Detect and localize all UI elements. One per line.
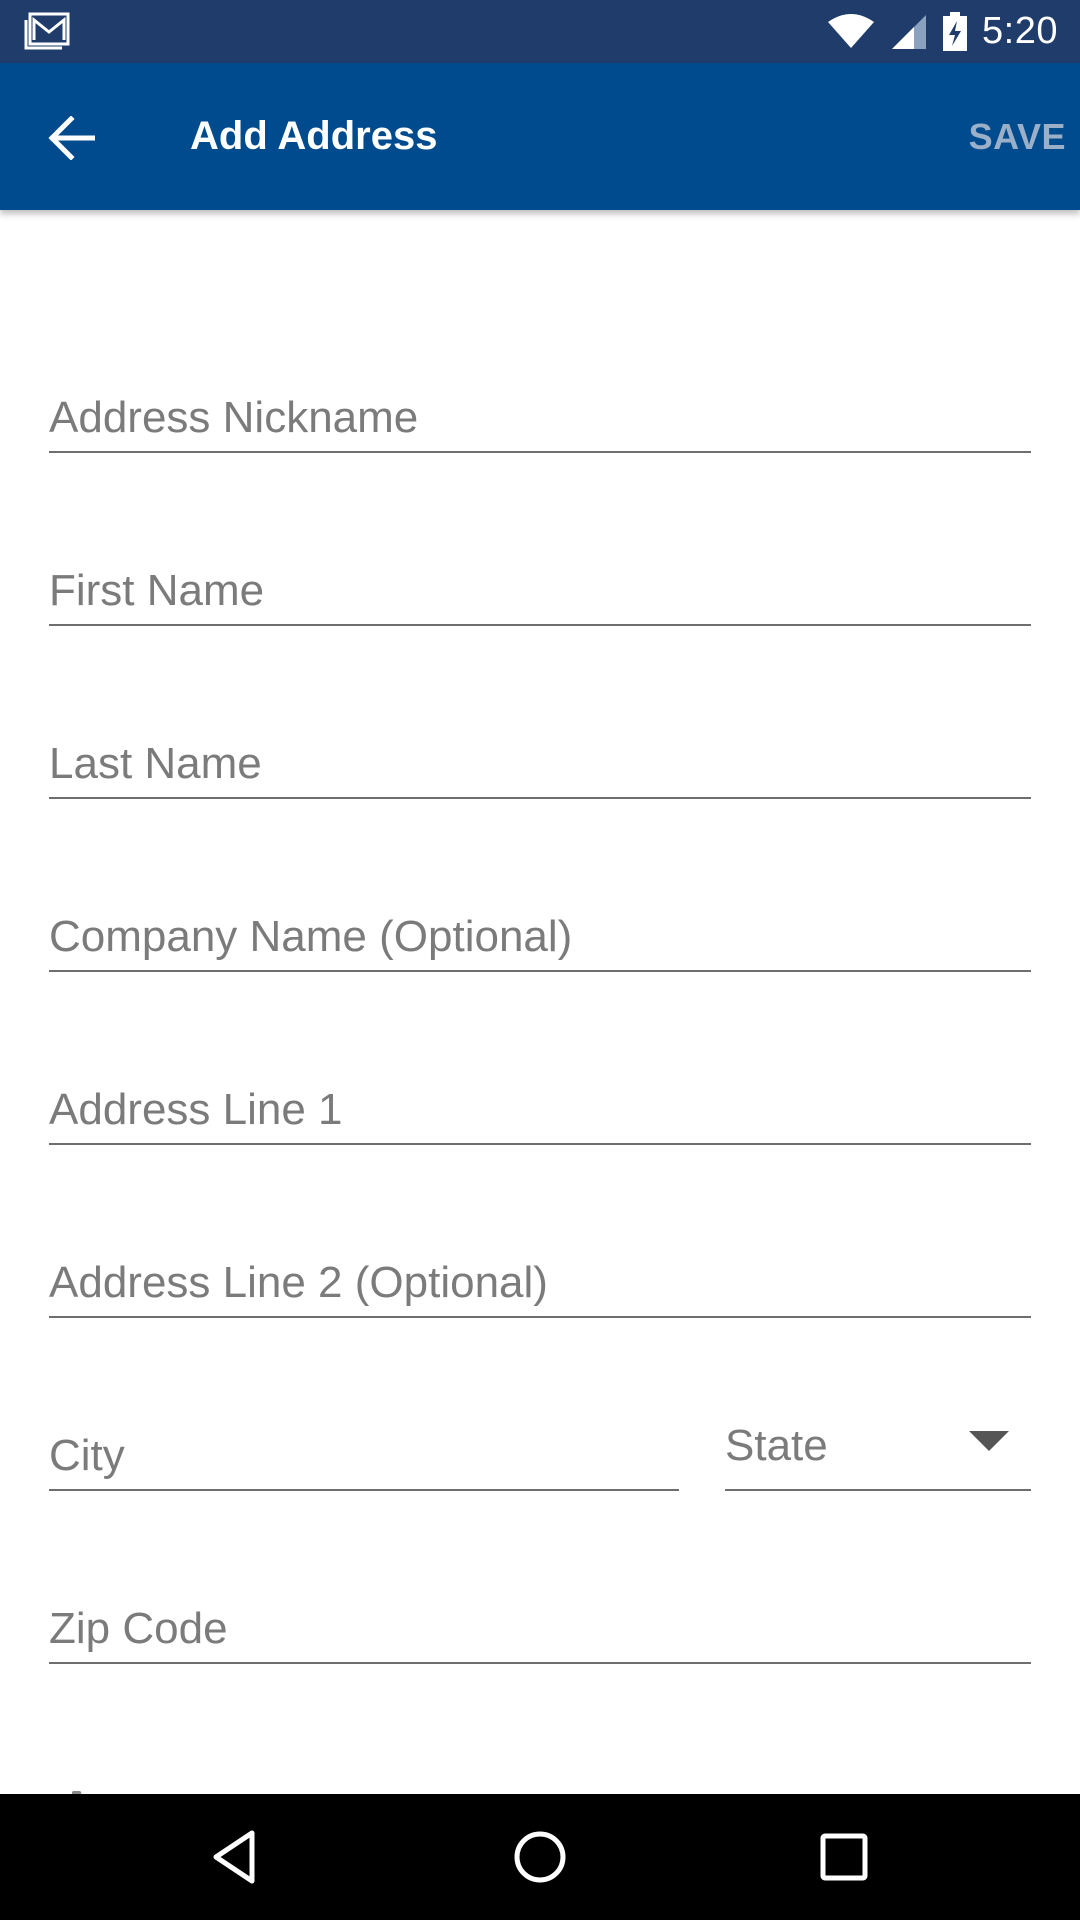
company-name-field: [49, 892, 1031, 972]
state-label: State: [725, 1421, 828, 1470]
battery-charging-icon: [943, 11, 968, 51]
address-nickname-field: [49, 373, 1031, 453]
save-button[interactable]: SAVE: [969, 63, 1066, 210]
status-time: 5:20: [982, 10, 1058, 52]
cellular-signal-icon: [892, 14, 927, 49]
state-dropdown[interactable]: State: [725, 1411, 1031, 1491]
address-line1-field: [49, 1065, 1031, 1145]
last-name-input[interactable]: [49, 739, 1031, 789]
address-line2-input[interactable]: [49, 1258, 1031, 1308]
home-circle-icon[interactable]: [510, 1827, 570, 1887]
first-name-field: [49, 546, 1031, 626]
first-name-input[interactable]: [49, 566, 1031, 616]
last-name-field: [49, 719, 1031, 799]
status-icons: 5:20: [826, 0, 1058, 63]
address-line1-input[interactable]: [49, 1085, 1031, 1135]
city-field: [49, 1411, 679, 1491]
recents-square-icon[interactable]: [814, 1827, 874, 1887]
page-title: Add Address: [190, 114, 438, 158]
address-nickname-input[interactable]: [49, 393, 1031, 443]
wifi-icon: [828, 13, 875, 48]
address-line2-field: [49, 1238, 1031, 1318]
app-bar: Add Address SAVE: [0, 63, 1080, 210]
status-bar: 5:20: [0, 0, 1080, 63]
system-nav-bar: [0, 1794, 1080, 1920]
address-form: State: [0, 210, 1080, 1850]
zip-code-field: [49, 1584, 1031, 1664]
company-name-input[interactable]: [49, 912, 1031, 962]
back-triangle-icon[interactable]: [206, 1827, 266, 1887]
zip-code-input[interactable]: [49, 1604, 1031, 1654]
back-button[interactable]: [36, 103, 106, 173]
dropdown-arrow-icon: [969, 1431, 1009, 1451]
city-input[interactable]: [49, 1431, 679, 1481]
gmail-notification-icon: [24, 12, 70, 50]
arrow-back-icon: [48, 116, 95, 160]
